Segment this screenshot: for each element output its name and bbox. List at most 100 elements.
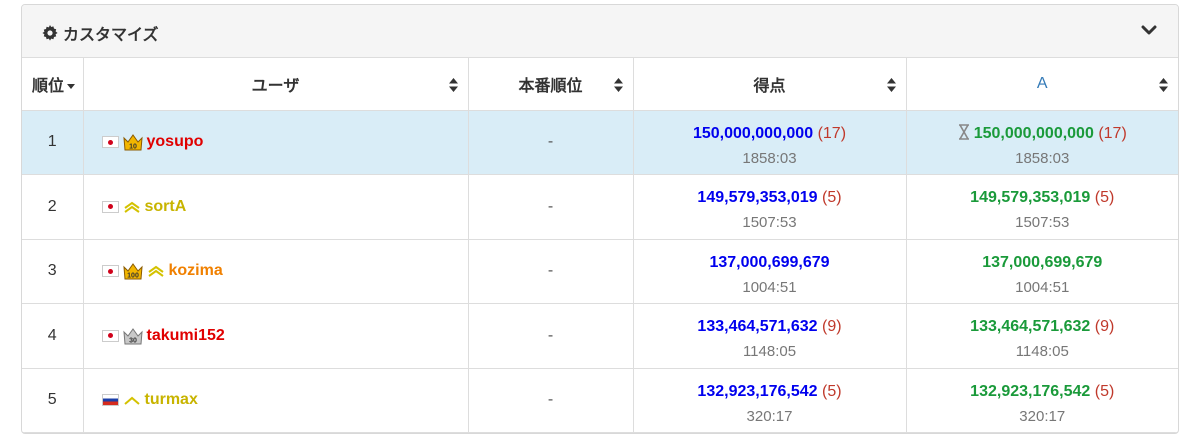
problem-a-cell: 137,000,699,679 1004:51 bbox=[906, 239, 1178, 304]
column-header-rank[interactable]: 順位 bbox=[22, 58, 84, 111]
column-header-user-label: ユーザ bbox=[251, 77, 300, 95]
crown-icon: 10 bbox=[122, 134, 143, 151]
problem-a-score: 149,579,353,019 bbox=[970, 189, 1091, 207]
score-cell: 132,923,176,542 (5) 320:17 bbox=[633, 368, 907, 433]
username-link[interactable]: yosupo bbox=[147, 133, 204, 151]
japan-flag-icon bbox=[101, 200, 119, 213]
user-cell: turmax bbox=[83, 368, 469, 433]
score-cell: 150,000,000,000 (17) 1858:03 bbox=[633, 110, 907, 175]
svg-text:10: 10 bbox=[129, 144, 137, 151]
rank-cell: 4 bbox=[22, 303, 84, 369]
chevron-down-icon[interactable] bbox=[1140, 21, 1158, 39]
elapsed-time: 320:17 bbox=[746, 407, 793, 425]
username-link[interactable]: turmax bbox=[145, 391, 198, 409]
score-cell: 137,000,699,679 1004:51 bbox=[633, 239, 907, 304]
rank-cell: 3 bbox=[22, 239, 84, 304]
problem-a-cell: 132,923,176,542 (5) 320:17 bbox=[906, 368, 1178, 433]
elapsed-time: 1858:03 bbox=[742, 149, 797, 167]
crown-icon: 30 bbox=[122, 327, 143, 345]
table-row: 3 100 kozima -137,000,699,679 1004:51 137,00… bbox=[22, 239, 1178, 304]
user-info: sortA bbox=[101, 198, 468, 216]
column-header-score[interactable]: 得点 bbox=[633, 58, 907, 111]
official-rank-cell: - bbox=[468, 239, 634, 304]
sort-icon bbox=[886, 78, 896, 92]
problem-a-score-line: 133,464,571,632 (9) bbox=[907, 311, 1179, 343]
column-header-official-rank[interactable]: 本番順位 bbox=[468, 58, 634, 111]
problem-a-score: 133,464,571,632 bbox=[970, 318, 1091, 336]
table-row: 1 10 yosupo -150,000,000,000 (17) 1858:03 150… bbox=[22, 110, 1178, 175]
total-score: 149,579,353,019 bbox=[697, 189, 818, 207]
column-header-problem-a-label[interactable]: A bbox=[1037, 75, 1048, 92]
username-link[interactable]: takumi152 bbox=[147, 327, 225, 345]
japan-flag-icon bbox=[101, 265, 119, 278]
score-line: 133,464,571,632 (9) bbox=[634, 311, 906, 343]
user-info: 10 yosupo bbox=[101, 133, 468, 151]
user-cell: 10 yosupo bbox=[83, 110, 469, 175]
customize-panel: カスタマイズ 順位 ユーザ 本番順位 得点 A 1 10 yosupo -150,00… bbox=[21, 4, 1179, 434]
user-info: 100 kozima bbox=[101, 262, 468, 280]
penalty-count: (5) bbox=[822, 189, 842, 207]
total-score: 133,464,571,632 bbox=[697, 318, 818, 336]
score-line: 132,923,176,542 (5) bbox=[634, 376, 906, 408]
problem-a-cell: 150,000,000,000 (17) 1858:03 bbox=[906, 110, 1178, 175]
problem-a-time: 1004:51 bbox=[1015, 278, 1070, 296]
table-header-row: 順位 ユーザ 本番順位 得点 A bbox=[22, 58, 1178, 111]
table-row: 2 sortA -149,579,353,019 (5) 1507:53 149,579… bbox=[22, 174, 1179, 240]
user-info: 30 takumi152 bbox=[101, 327, 468, 345]
penalty-count: (5) bbox=[822, 382, 842, 400]
total-score: 132,923,176,542 bbox=[697, 382, 818, 400]
column-header-user[interactable]: ユーザ bbox=[83, 58, 469, 111]
sort-icon bbox=[448, 78, 458, 92]
rank-cell: 1 bbox=[22, 110, 84, 175]
problem-a-score: 132,923,176,542 bbox=[970, 382, 1091, 400]
panel-title[interactable]: カスタマイズ bbox=[42, 21, 159, 45]
russia-flag-icon bbox=[101, 394, 119, 407]
hourglass-icon bbox=[958, 123, 969, 140]
user-cell: 100 kozima bbox=[83, 239, 469, 304]
column-header-official-rank-label: 本番順位 bbox=[518, 77, 583, 95]
table-row: 5 turmax -132,923,176,542 (5) 320:17 132,923… bbox=[22, 368, 1178, 433]
problem-a-time: 1858:03 bbox=[1015, 149, 1070, 167]
problem-a-penalty: (5) bbox=[1094, 189, 1115, 207]
svg-text:100: 100 bbox=[127, 273, 139, 280]
official-rank-cell: - bbox=[468, 110, 634, 175]
problem-a-penalty: (5) bbox=[1094, 382, 1115, 400]
score-line: 150,000,000,000 (17) bbox=[634, 118, 906, 150]
penalty-count: (17) bbox=[817, 124, 847, 142]
problem-a-score-line: 132,923,176,542 (5) bbox=[907, 376, 1179, 408]
official-rank-cell: - bbox=[468, 174, 634, 240]
user-cell: sortA bbox=[83, 174, 469, 240]
problem-a-score-line: 149,579,353,019 (5) bbox=[907, 182, 1179, 214]
problem-a-score: 150,000,000,000 bbox=[973, 124, 1094, 142]
username-link[interactable]: kozima bbox=[169, 262, 223, 280]
score-line: 137,000,699,679 bbox=[634, 247, 906, 279]
column-header-problem-a[interactable]: A bbox=[906, 58, 1178, 111]
column-header-rank-label: 順位 bbox=[32, 77, 65, 95]
total-score: 150,000,000,000 bbox=[692, 124, 814, 142]
problem-a-cell: 133,464,571,632 (9) 1148:05 bbox=[906, 303, 1179, 369]
elapsed-time: 1148:05 bbox=[742, 343, 797, 361]
problem-a-score-line: 137,000,699,679 bbox=[907, 247, 1179, 279]
rank-cell: 5 bbox=[22, 368, 84, 433]
elapsed-time: 1507:53 bbox=[742, 214, 797, 232]
double-chevron-up-icon bbox=[147, 266, 164, 278]
username-link[interactable]: sortA bbox=[145, 198, 187, 216]
score-line: 149,579,353,019 (5) bbox=[634, 182, 906, 214]
problem-a-score-line: 150,000,000,000 (17) bbox=[907, 118, 1179, 150]
score-cell: 133,464,571,632 (9) 1148:05 bbox=[633, 303, 907, 369]
japan-flag-icon bbox=[101, 136, 119, 149]
problem-a-penalty: (17) bbox=[1098, 124, 1127, 142]
japan-flag-icon bbox=[101, 329, 119, 342]
problem-a-penalty: (9) bbox=[1094, 318, 1115, 336]
problem-a-score: 137,000,699,679 bbox=[982, 253, 1103, 271]
official-rank-cell: - bbox=[468, 368, 634, 433]
rank-cell: 2 bbox=[22, 174, 84, 240]
standings-table: 順位 ユーザ 本番順位 得点 A 1 10 yosupo -150,000,000,0… bbox=[22, 58, 1178, 433]
double-chevron-up-icon bbox=[123, 201, 140, 213]
problem-a-time: 320:17 bbox=[1019, 407, 1066, 425]
problem-a-cell: 149,579,353,019 (5) 1507:53 bbox=[906, 174, 1179, 240]
penalty-count: (9) bbox=[822, 318, 842, 336]
sort-icon bbox=[1159, 78, 1168, 92]
panel-header[interactable]: カスタマイズ bbox=[22, 5, 1178, 58]
sort-desc-icon bbox=[67, 84, 76, 90]
